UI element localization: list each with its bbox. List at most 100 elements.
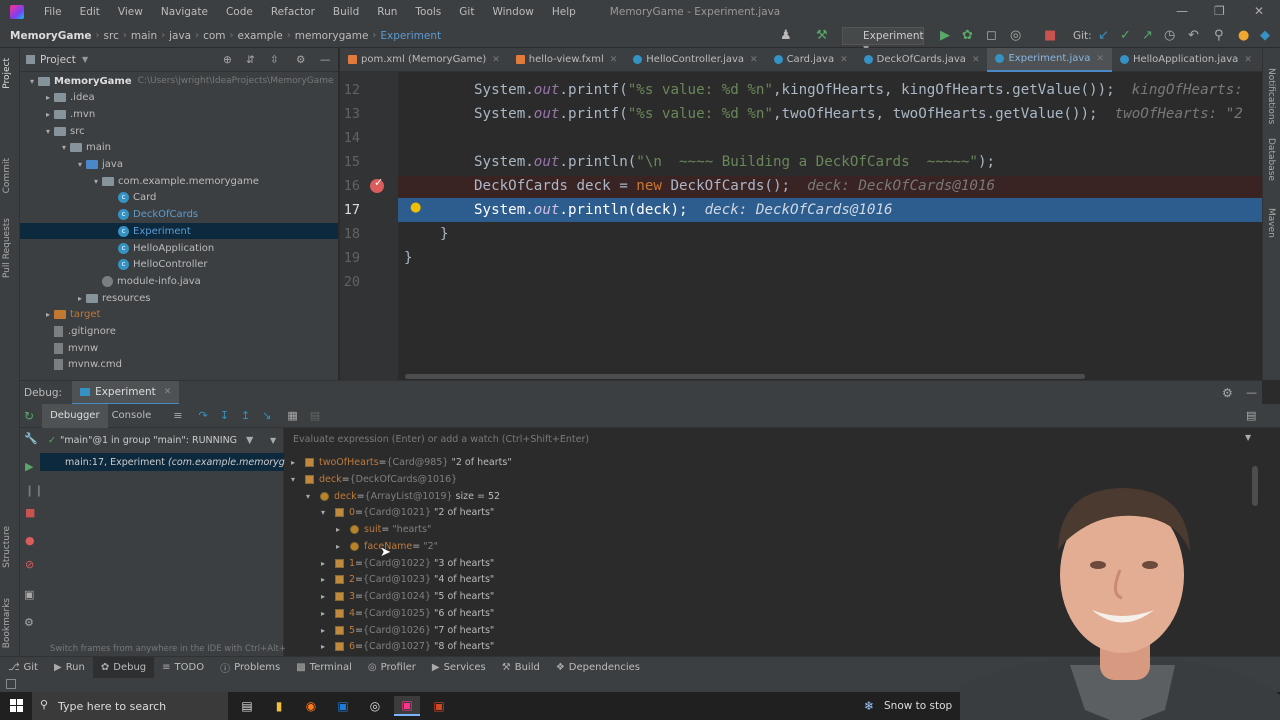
close-tab-icon[interactable]: ✕: [492, 55, 500, 65]
step-over-icon[interactable]: ↷: [198, 409, 207, 422]
chevron-down-icon[interactable]: ▾: [74, 160, 86, 169]
close-icon[interactable]: ✕: [1254, 4, 1264, 18]
editor-tab-hellocontroller-java[interactable]: HelloController.java ✕: [625, 48, 765, 72]
chrome-icon[interactable]: ◎: [362, 696, 388, 716]
stop-icon[interactable]: ■: [1044, 28, 1056, 43]
updates-icon[interactable]: ●: [1238, 28, 1249, 43]
close-tab-icon[interactable]: ✕: [1244, 55, 1252, 65]
stop-icon[interactable]: ■: [25, 506, 35, 519]
stripe-pull-requests[interactable]: Pull Requests: [2, 218, 12, 278]
weather-text[interactable]: Snow to stop: [884, 700, 952, 712]
windows-start-icon[interactable]: [10, 699, 23, 712]
locate-icon[interactable]: ⊕: [223, 54, 232, 66]
show-execution-point-icon[interactable]: ≡: [173, 409, 182, 422]
evaluate-expression-input[interactable]: Evaluate expression (Enter) or add a wat…: [293, 434, 589, 445]
chevron-down-icon[interactable]: ▼: [270, 436, 276, 445]
git-update-icon[interactable]: ↙: [1098, 28, 1109, 43]
tab-build[interactable]: ⚒ Build: [494, 657, 548, 679]
variable-row[interactable]: ▸ twoOfHearts = {Card@985} "2 of hearts": [291, 454, 512, 471]
editor-tab-helloapplication-java[interactable]: HelloApplication.java ✕: [1112, 48, 1260, 72]
tab-dependencies[interactable]: ❖ Dependencies: [548, 657, 648, 679]
maximize-icon[interactable]: ❐: [1214, 4, 1225, 18]
chevron-down-icon[interactable]: ▾: [306, 492, 320, 501]
tab-services[interactable]: ▶ Services: [424, 657, 494, 679]
step-out-icon[interactable]: ↥: [241, 409, 250, 422]
tab-todo[interactable]: ≡ TODO: [154, 657, 212, 679]
horizontal-scrollbar[interactable]: [405, 374, 1085, 379]
tree-item-mvnw[interactable]: mvnw: [20, 340, 338, 356]
menu-window[interactable]: Window: [486, 6, 539, 18]
chevron-right-icon[interactable]: ▸: [42, 310, 54, 319]
tab-console[interactable]: Console: [112, 410, 152, 421]
history-icon[interactable]: ◷: [1164, 28, 1175, 43]
chevron-right-icon[interactable]: ▸: [336, 525, 350, 534]
camera-icon[interactable]: ▣: [24, 588, 34, 601]
hide-panel-icon[interactable]: —: [320, 54, 331, 66]
breadcrumb-java[interactable]: java: [165, 30, 195, 42]
tree-item--gitignore[interactable]: .gitignore: [20, 324, 338, 340]
chevron-right-icon[interactable]: ▸: [321, 626, 335, 635]
tree-item-hellocontroller[interactable]: c HelloController: [20, 257, 338, 273]
variable-row[interactable]: ▾ 0 = {Card@1021} "2 of hearts": [321, 504, 494, 521]
collapse-all-icon[interactable]: ⇵: [246, 54, 255, 66]
breadcrumb-com[interactable]: com: [199, 30, 229, 42]
gear-icon[interactable]: ⚙: [296, 54, 305, 66]
minimize-icon[interactable]: —: [1176, 4, 1188, 18]
variable-row[interactable]: ▸ 2 = {Card@1023} "4 of hearts": [321, 571, 494, 588]
breadcrumb-example[interactable]: example: [234, 30, 287, 42]
breadcrumb-memorygame[interactable]: memorygame: [291, 30, 373, 42]
breadcrumb-src[interactable]: src: [100, 30, 123, 42]
tab-problems[interactable]: ⓘ Problems: [212, 657, 288, 679]
variable-row[interactable]: ▾ deck = {DeckOfCards@1016}: [291, 471, 460, 488]
menu-edit[interactable]: Edit: [74, 6, 106, 18]
chevron-down-icon[interactable]: ▼: [82, 55, 88, 64]
user-icon[interactable]: ♟: [780, 28, 792, 43]
chevron-down-icon[interactable]: ▾: [321, 508, 335, 517]
tree-item-java[interactable]: ▾ java: [20, 157, 338, 173]
menu-git[interactable]: Git: [453, 6, 480, 18]
chevron-down-icon[interactable]: ▼: [1245, 433, 1251, 442]
variable-row[interactable]: ▸ 3 = {Card@1024} "5 of hearts": [321, 588, 494, 605]
rollback-icon[interactable]: ↶: [1188, 28, 1199, 43]
chevron-right-icon[interactable]: ▸: [321, 592, 335, 601]
chevron-down-icon[interactable]: ▾: [42, 127, 54, 136]
tab-debugger[interactable]: Debugger: [42, 403, 108, 428]
tree-item-deckofcards[interactable]: c DeckOfCards: [20, 207, 338, 223]
tree-item-helloapplication[interactable]: c HelloApplication: [20, 240, 338, 256]
settings-icon[interactable]: ⚙: [24, 616, 34, 629]
editor-tab-experiment-java[interactable]: Experiment.java ✕: [987, 47, 1112, 72]
editor-tab-hello-view-fxml[interactable]: hello-view.fxml ✕: [508, 48, 625, 72]
close-tab-icon[interactable]: ✕: [750, 55, 758, 65]
tree-item-target[interactable]: ▸ target: [20, 307, 338, 323]
evaluate-icon[interactable]: ▦: [287, 409, 297, 422]
chevron-right-icon[interactable]: ▸: [291, 458, 305, 467]
tree-item-experiment[interactable]: c Experiment: [20, 223, 338, 240]
stripe-commit[interactable]: Commit: [2, 158, 12, 193]
tree-item-module-info-java[interactable]: module-info.java: [20, 273, 338, 289]
run-to-cursor-icon[interactable]: ↘: [262, 409, 271, 422]
close-tab-icon[interactable]: ✕: [1096, 54, 1104, 64]
profiler-icon[interactable]: ◎: [1010, 28, 1021, 43]
chevron-right-icon[interactable]: ▸: [74, 294, 86, 303]
run-icon[interactable]: ▶: [940, 28, 950, 43]
stripe-maven[interactable]: Maven: [1266, 208, 1276, 238]
git-commit-icon[interactable]: ✓: [1120, 28, 1131, 43]
chevron-right-icon[interactable]: ▸: [321, 642, 335, 651]
chevron-right-icon[interactable]: ▸: [321, 559, 335, 568]
view-breakpoints-icon[interactable]: ●: [25, 534, 35, 547]
tree-item-memorygame[interactable]: ▾ MemoryGame C:\Users\jwright\IdeaProjects…: [20, 73, 338, 89]
search-icon[interactable]: ⚲: [1214, 28, 1224, 43]
chevron-right-icon[interactable]: ▸: [336, 542, 350, 551]
breadcrumb-project[interactable]: MemoryGame: [0, 30, 96, 42]
chevron-down-icon[interactable]: ▾: [58, 143, 70, 152]
step-into-icon[interactable]: ↧: [220, 409, 229, 422]
coverage-icon[interactable]: ◻: [986, 28, 997, 43]
taskbar-search-input[interactable]: ⚲ Type here to search: [32, 692, 228, 720]
debug-session-tab[interactable]: Experiment ✕: [72, 380, 180, 405]
tree-item-com-example-memorygame[interactable]: ▾ com.example.memorygame: [20, 173, 338, 189]
close-tab-icon[interactable]: ✕: [840, 55, 848, 65]
variable-row[interactable]: ▸ 4 = {Card@1025} "6 of hearts": [321, 605, 494, 622]
variable-row[interactable]: ▸ 6 = {Card@1027} "8 of hearts": [321, 638, 494, 655]
hide-panel-icon[interactable]: —: [1246, 386, 1257, 399]
tree-item-src[interactable]: ▾ src: [20, 123, 338, 139]
